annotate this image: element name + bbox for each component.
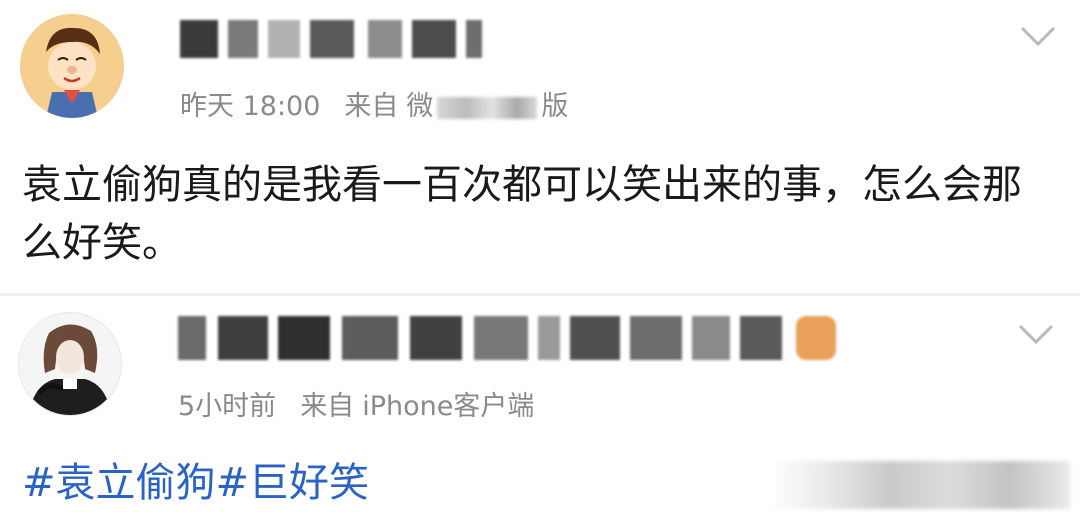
source-partial: 微	[406, 91, 434, 122]
source-prefix: 来自	[300, 391, 355, 422]
weibo-post-1: 昨天 18:00 来自微 版 袁立偷狗真的是我看一百次都可以笑出来的事，怎么会那么好…	[0, 0, 1080, 296]
weibo-post-2: 5小时前 来自 iPhone客户端 #袁立偷狗#巨好笑	[0, 296, 1080, 509]
post-meta: 昨天 18:00 来自微 版	[180, 84, 568, 123]
post-time: 昨天 18:00	[180, 91, 321, 122]
chevron-down-icon[interactable]	[1018, 24, 1058, 50]
sketch-girl-avatar-icon	[19, 313, 121, 415]
blurred-username[interactable]	[178, 316, 838, 360]
topic-link[interactable]: #巨好笑	[216, 460, 370, 506]
topic-link[interactable]: #袁立偷狗	[22, 460, 216, 506]
cartoon-boy-avatar-icon	[20, 14, 124, 118]
source-prefix: 来自	[344, 91, 399, 122]
source-suffix: 版	[541, 91, 569, 122]
blurred-username[interactable]	[180, 20, 490, 58]
post-meta: 5小时前 来自 iPhone客户端	[178, 384, 534, 423]
blurred-image-region	[770, 461, 1070, 509]
source-name[interactable]: iPhone客户端	[362, 391, 534, 422]
chevron-down-icon[interactable]	[1016, 322, 1056, 348]
user-avatar[interactable]	[20, 14, 124, 118]
blurred-source	[437, 96, 538, 119]
user-avatar[interactable]	[18, 312, 122, 416]
post-text: 袁立偷狗真的是我看一百次都可以笑出来的事，怎么会那么好笑。	[22, 162, 1022, 266]
post-time: 5小时前	[178, 391, 277, 422]
